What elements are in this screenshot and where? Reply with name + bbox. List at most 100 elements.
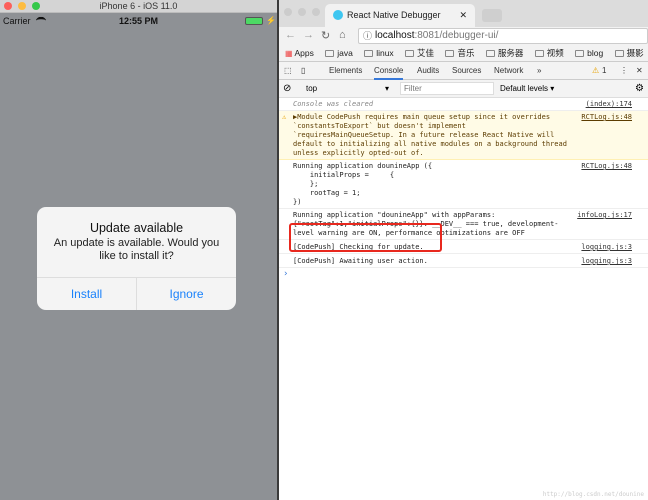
react-icon (333, 10, 343, 20)
bookmark-label: Apps (294, 48, 314, 58)
folder-icon (364, 50, 374, 57)
bookmark-apps[interactable]: ▦ Apps (285, 45, 314, 61)
status-bar: Carrier 12:55 PM ⚡ (0, 13, 277, 29)
bookmark-label: linux (376, 48, 394, 58)
close-tab-icon[interactable]: ✕ (459, 4, 467, 26)
back-icon[interactable]: ← (285, 29, 296, 41)
clear-console-icon[interactable]: ⊘ (283, 80, 291, 97)
warning-icon[interactable]: ⚠ (592, 62, 599, 79)
install-button[interactable]: Install (37, 278, 136, 310)
home-icon[interactable]: ⌂ (339, 29, 346, 41)
context-dropdown-icon[interactable]: ▾ (385, 80, 389, 97)
device-toolbar-icon[interactable]: ▯ (301, 62, 305, 79)
bookmark-folder[interactable]: linux (364, 45, 394, 61)
log-levels-select[interactable]: Default levels ▾ (500, 80, 554, 97)
tab-audits[interactable]: Audits (417, 62, 439, 79)
address-bar-row: ← → ↻ ⌂ ⓘ localhost:8081/debugger-ui/ (279, 27, 648, 45)
console-output: Console was cleared (index):174 ⚠ ▶Module … (279, 98, 648, 281)
tab-elements[interactable]: Elements (329, 62, 362, 79)
close-window-button (284, 8, 292, 16)
alert-message: An update is available. Would you like t… (53, 237, 220, 262)
bookmark-folder[interactable]: 视频 (534, 45, 564, 61)
message-text[interactable]: ▶Module CodePush requires main queue set… (293, 113, 567, 157)
bookmark-label: java (337, 48, 353, 58)
minimize-window-button (298, 8, 306, 16)
bookmark-folder[interactable]: 服务器 (485, 45, 524, 61)
tab-network[interactable]: Network (494, 62, 523, 79)
bookmark-folder[interactable]: 摄影 (614, 45, 644, 61)
bookmark-label: 音乐 (457, 48, 475, 58)
bookmark-label: 摄影 (626, 48, 644, 58)
bookmark-folder[interactable]: 音乐 (445, 45, 475, 61)
tab-sources[interactable]: Sources (452, 62, 481, 79)
message-text: [CodePush] Awaiting user action. (293, 257, 428, 265)
bookmark-label: blog (587, 48, 604, 58)
bookmark-folder[interactable]: blog (575, 45, 604, 61)
folder-icon (575, 50, 585, 57)
battery-icon (245, 17, 263, 25)
reload-icon[interactable]: ↻ (321, 29, 330, 42)
browser-tab[interactable]: React Native Debugger ✕ (325, 4, 475, 27)
forward-icon[interactable]: → (303, 29, 314, 41)
filter-input[interactable] (400, 82, 494, 95)
alert-title: Update available (89, 221, 184, 235)
charging-icon: ⚡ (266, 16, 276, 25)
console-warning: ⚠ ▶Module CodePush requires main queue se… (279, 111, 648, 160)
settings-gear-icon[interactable]: ⚙ (635, 80, 644, 97)
folder-icon (614, 50, 624, 57)
console-message: Console was cleared (index):174 (279, 98, 648, 111)
inspect-icon[interactable]: ⬚ (284, 62, 292, 79)
folder-icon (445, 50, 455, 57)
url-input[interactable]: ⓘ localhost:8081/debugger-ui/ (358, 28, 648, 44)
highlight-box (289, 223, 442, 252)
url-path: :8081/debugger-ui/ (414, 30, 499, 41)
console-message: [CodePush] Awaiting user action. logging.… (279, 254, 648, 268)
clock: 12:55 PM (118, 16, 159, 26)
message-text: Console was cleared (293, 100, 374, 108)
close-devtools-icon[interactable]: ✕ (636, 62, 643, 79)
url-host: localhost (375, 30, 415, 41)
folder-icon (405, 50, 415, 57)
new-tab-button[interactable] (482, 9, 502, 22)
zoom-window-button[interactable] (32, 2, 40, 10)
tab-title: React Native Debugger (347, 10, 441, 20)
devtools-tabs: ⬚ ▯ Elements Console Audits Sources Netw… (279, 62, 648, 80)
console-toolbar: ⊘ top ▾ Default levels ▾ ⚙ (279, 80, 648, 98)
ignore-button[interactable]: Ignore (136, 278, 236, 310)
message-text: Running application dounineApp ({ initia… (293, 162, 433, 206)
minimize-window-button[interactable] (18, 2, 26, 10)
zoom-window-button (312, 8, 320, 16)
simulator-title-bar: iPhone 6 - iOS 11.0 (0, 0, 277, 13)
tab-console[interactable]: Console (374, 62, 404, 80)
simulator-title: iPhone 6 - iOS 11.0 (99, 1, 178, 11)
folder-icon (485, 50, 495, 57)
more-tabs-button[interactable]: » (537, 62, 541, 79)
context-select[interactable]: top (306, 80, 317, 97)
source-link[interactable]: (index):174 (586, 100, 632, 109)
tab-strip: React Native Debugger ✕ (279, 0, 648, 27)
source-link[interactable]: logging.js:3 (581, 257, 632, 266)
source-link[interactable]: RCTLog.js:48 (581, 113, 632, 122)
close-window-button[interactable] (4, 2, 12, 10)
source-link[interactable]: logging.js:3 (581, 243, 632, 252)
bookmark-label: 服务器 (497, 48, 524, 58)
bookmark-label: 艾佳 (417, 48, 435, 58)
ios-simulator: iPhone 6 - iOS 11.0 Carrier 12:55 PM ⚡ U… (0, 0, 277, 500)
warning-icon: ⚠ (282, 113, 287, 121)
folder-icon (534, 50, 544, 57)
watermark-url: http://blog.csdn.net/dounine (542, 491, 644, 498)
update-alert: Update available An update is available.… (37, 207, 236, 310)
bookmarks-bar: ▦ Apps java linux 艾佳 音乐 服务器 视频 blog 摄影 (279, 45, 648, 62)
folder-icon (325, 50, 335, 57)
info-icon: ⓘ (363, 31, 373, 41)
console-prompt[interactable]: › (279, 268, 648, 281)
bookmark-folder[interactable]: 艾佳 (405, 45, 435, 61)
bookmark-folder[interactable]: java (325, 45, 353, 61)
warning-count[interactable]: 1 (602, 62, 606, 79)
console-message: Running application dounineApp ({ initia… (279, 160, 648, 209)
source-link[interactable]: RCTLog.js:48 (581, 162, 632, 171)
more-menu-icon[interactable]: ⋮ (620, 62, 628, 79)
apps-grid-icon: ▦ (285, 49, 293, 58)
source-link[interactable]: infoLog.js:17 (577, 211, 632, 220)
bookmark-label: 视频 (546, 48, 564, 58)
